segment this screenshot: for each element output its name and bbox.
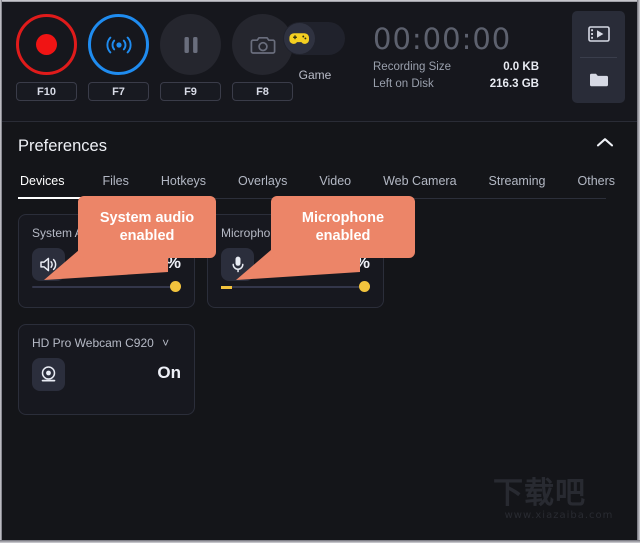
preferences-panel: Preferences Devices Files Hotkeys Overla… [2,122,637,540]
open-folder-button[interactable] [572,58,625,104]
tab-streaming[interactable]: Streaming [473,174,562,188]
game-mode-label: Game [298,68,332,82]
game-mode-toggle[interactable] [283,22,345,55]
film-icon [587,25,610,42]
hotkey-stream[interactable]: F7 [88,82,149,101]
recording-size-label: Recording Size [373,61,451,73]
system-audio-callout-line1: System audio [99,210,195,226]
broadcast-icon [106,36,131,53]
tab-others[interactable]: Others [562,174,632,188]
system-audio-callout: System audio enabled [78,196,216,258]
page-title: Preferences [18,136,107,155]
microphone-level-meter [221,285,232,289]
chevron-up-icon[interactable] [595,136,615,154]
webcam-toggle-button[interactable] [32,358,65,391]
webcam-device-name: HD Pro Webcam C920 [32,336,154,350]
side-action-panel [572,11,625,103]
recording-size-row: Recording Size 0.0 KB [373,61,539,73]
webcam-state: On [157,363,181,382]
system-audio-callout-line2: enabled [119,228,175,244]
game-mode-control: Game [283,22,347,82]
microphone-callout: Microphone enabled [271,196,415,258]
folder-icon [589,74,608,87]
site-watermark: 下载吧 www.xiazaiba.com [493,478,625,528]
camera-icon [250,36,275,54]
microphone-callout-line1: Microphone [301,210,385,226]
watermark-url: www.xiazaiba.com [504,510,614,521]
webcam-card: HD Pro Webcam C920 ˅ On [18,324,195,415]
system-audio-slider-knob[interactable] [170,281,181,292]
preferences-header: Preferences [2,122,637,170]
stream-button[interactable] [88,14,149,75]
chevron-down-icon[interactable]: ˅ [162,336,169,350]
game-toggle-knob [284,23,315,54]
tab-video[interactable]: Video [303,174,367,188]
microphone-callout-line2: enabled [315,228,371,244]
pause-icon [184,36,197,53]
hotkey-screenshot[interactable]: F8 [232,82,293,101]
tab-hotkeys[interactable]: Hotkeys [145,174,222,188]
application-window: F10 F7 F9 F8 Game 00:00:00 Recording Siz… [0,0,640,543]
tab-overlays[interactable]: Overlays [222,174,303,188]
tab-files[interactable]: Files [86,174,144,188]
watermark-title: 下载吧 [493,476,586,511]
timer-display: 00:00:00 [373,22,512,56]
record-icon [36,34,57,55]
top-toolbar: F10 F7 F9 F8 Game 00:00:00 Recording Siz… [2,2,637,122]
hotkey-pause[interactable]: F9 [160,82,221,101]
pause-button[interactable] [160,14,221,75]
tab-web-camera[interactable]: Web Camera [367,174,472,188]
left-on-disk-label: Left on Disk [373,78,434,90]
left-on-disk-value: 216.3 GB [489,78,539,90]
recording-size-value: 0.0 KB [503,61,539,73]
recording-controls [16,14,293,75]
hotkey-record[interactable]: F10 [16,82,77,101]
webcam-device-selector[interactable]: HD Pro Webcam C920 ˅ [32,336,169,350]
recording-status: 00:00:00 Recording Size 0.0 KB Left on D… [373,22,539,90]
open-video-library-button[interactable] [572,11,625,57]
gamepad-icon [289,33,310,44]
record-button[interactable] [16,14,77,75]
tab-devices[interactable]: Devices [18,174,86,188]
left-on-disk-row: Left on Disk 216.3 GB [373,78,539,90]
webcam-icon [41,366,56,382]
hotkey-labels: F10 F7 F9 F8 [16,82,293,101]
